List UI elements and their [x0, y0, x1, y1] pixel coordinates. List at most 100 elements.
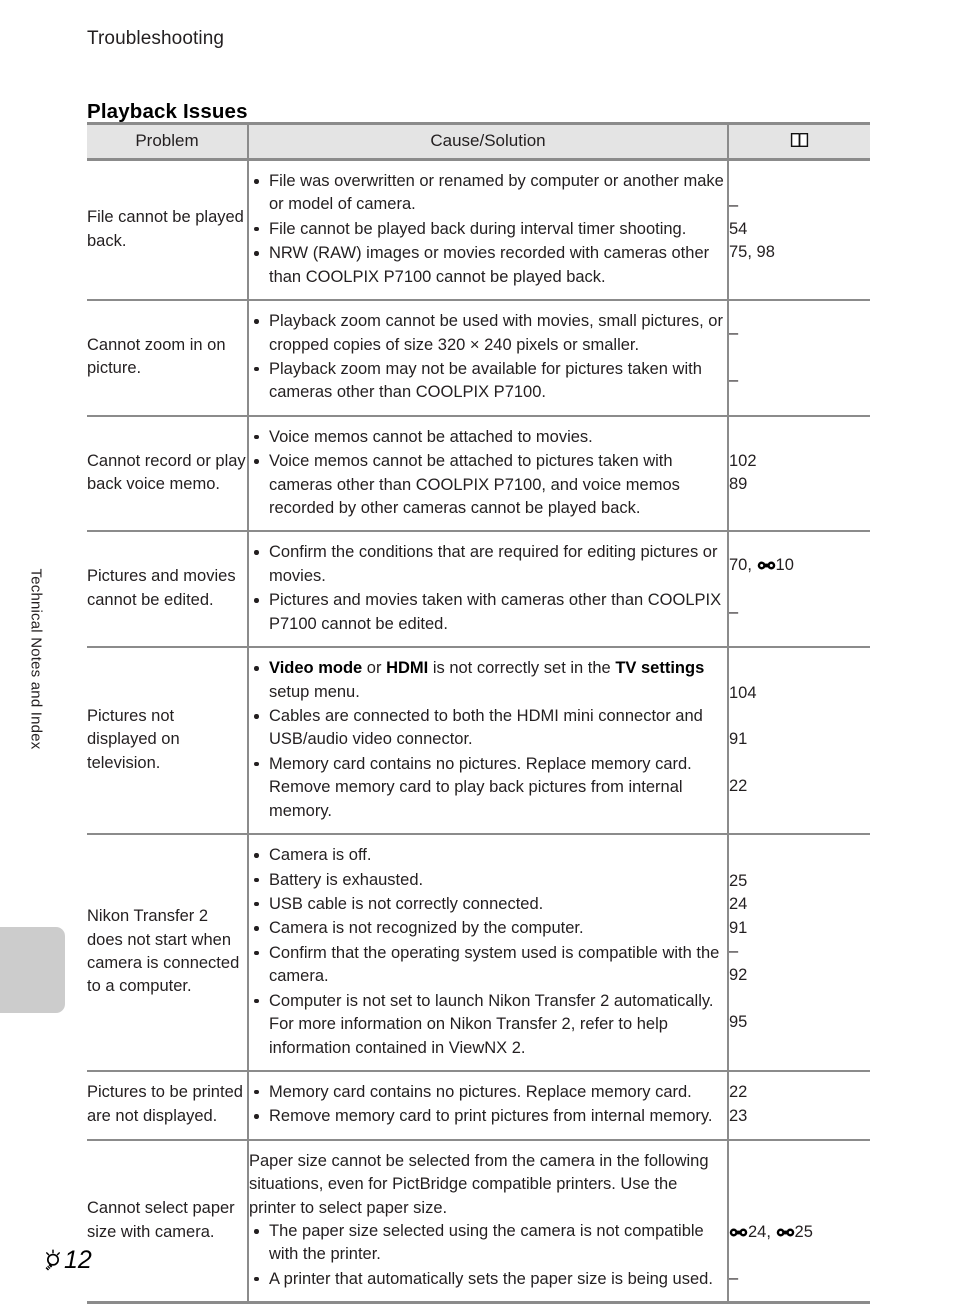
reference-page-number: 92 [729, 965, 748, 984]
reference-spacer [729, 1150, 870, 1173]
cell-reference: 104 91 22 [727, 647, 870, 836]
reference-page-number: 22 [729, 777, 748, 796]
cause-bullet-item: Camera is off. [249, 844, 727, 867]
reference-page-number: 91 [729, 730, 748, 749]
cell-reference: 102 89 [727, 415, 870, 533]
cause-bullet-list: Voice memos cannot be attached to movies… [249, 426, 727, 521]
reference-page-number: 75, 98 [729, 243, 775, 262]
cause-bullet-item: NRW (RAW) images or movies recorded with… [249, 242, 727, 289]
cell-cause-solution: Memory card contains no pictures. Replac… [247, 1070, 728, 1141]
table-row: Cannot zoom in on picture. Playback zoom … [87, 300, 870, 417]
reference-page-number: 25 [729, 872, 748, 891]
cause-bullet-list: File was overwritten or renamed by compu… [249, 170, 727, 289]
cause-bullet-item: File cannot be played back during interv… [249, 218, 727, 241]
reference-symbol-icon [776, 1222, 795, 1236]
cause-bullet-list: Confirm the conditions that are required… [249, 541, 727, 636]
cell-reference: – 54 75, 98 [727, 159, 870, 302]
cause-bullet-item: Camera is not recognized by the computer… [249, 917, 727, 940]
cell-reference: 24, 25 – [727, 1139, 870, 1305]
troubleshooting-table: Problem Cause/Solution File cannot be pl… [87, 122, 870, 1305]
cause-bullet-item: Remove memory card to print pictures fro… [249, 1105, 727, 1128]
cause-bullet-list: Video mode or HDMI is not correctly set … [249, 657, 727, 823]
cell-reference: – – [727, 300, 870, 417]
reference-page-number: 104 [729, 683, 757, 702]
open-book-icon [790, 132, 809, 148]
cause-bullet-item: Memory card contains no pictures. Replac… [249, 753, 727, 823]
page-number: 12 [64, 1246, 92, 1274]
cause-bullet-item: Confirm that the operating system used i… [249, 942, 727, 989]
cell-cause-solution: Camera is off. Battery is exhausted. USB c… [247, 834, 728, 1072]
reference-spacer [729, 1197, 870, 1220]
cell-cause-solution: Video mode or HDMI is not correctly set … [247, 647, 728, 836]
cause-bullet-item: A printer that automatically sets the pa… [249, 1268, 727, 1291]
cause-bullet-item: Computer is not set to launch Nikon Tran… [249, 990, 727, 1060]
reference-page-number: 91 [729, 918, 748, 937]
cause-bullet-item: Cables are connected to both the HDMI mi… [249, 705, 727, 752]
cause-bullet-item: Playback zoom cannot be used with movies… [249, 310, 727, 357]
cell-problem: Nikon Transfer 2 does not start when cam… [87, 834, 248, 1072]
reference-spacer [729, 1174, 870, 1197]
cell-reference: 70, 10 – [727, 531, 870, 649]
cause-bullet-item: The paper size selected using the camera… [249, 1220, 727, 1267]
cause-bullet-item: Battery is exhausted. [249, 869, 727, 892]
column-header-reference [727, 122, 870, 161]
cause-bullet-item: Pictures and movies taken with cameras o… [249, 589, 727, 636]
reference-page-number: 70, 10 [729, 555, 794, 574]
reference-page-number: – [729, 371, 739, 390]
reference-symbol-icon [729, 1222, 748, 1236]
cell-problem: Cannot record or play back voice memo. [87, 415, 248, 533]
page-title: Playback Issues [87, 99, 248, 123]
reference-page-number: 24, 25 [729, 1221, 870, 1244]
reference-symbol-icon [757, 555, 776, 570]
table-row: Cannot select paper size with camera. Pap… [87, 1139, 870, 1305]
cell-problem: File cannot be played back. [87, 159, 248, 302]
table-row: File cannot be played back. File was over… [87, 159, 870, 302]
reference-spacer [729, 577, 870, 600]
reference-page-number: 23 [729, 1106, 748, 1125]
cause-bullet-item: Voice memos cannot be attached to movies… [249, 426, 727, 449]
cause-bullet-item: Memory card contains no pictures. Replac… [249, 1081, 727, 1104]
reference-spacer [729, 987, 870, 1010]
reference-page-number: 102 [729, 451, 757, 470]
cause-bullet-item: Playback zoom may not be available for p… [249, 358, 727, 405]
reference-page-number: – [729, 602, 739, 621]
cause-bullet-item: USB cable is not correctly connected. [249, 893, 727, 916]
cause-bullet-list: Memory card contains no pictures. Replac… [249, 1081, 727, 1129]
cause-bullet-item: File was overwritten or renamed by compu… [249, 170, 727, 217]
table-row: Nikon Transfer 2 does not start when cam… [87, 834, 870, 1072]
running-head: Troubleshooting [87, 28, 225, 49]
cause-lead-text: Paper size cannot be selected from the c… [249, 1151, 709, 1217]
lightbulb-icon [42, 1249, 64, 1273]
reference-spacer [729, 1244, 870, 1267]
chapter-tab-label: Technical Notes and Index [27, 568, 45, 750]
reference-page-number: 54 [729, 219, 748, 238]
cell-problem: Pictures not displayed on television. [87, 647, 248, 836]
cause-bullet-list: Camera is off. Battery is exhausted. USB c… [249, 844, 727, 1060]
table-header-row: Problem Cause/Solution [87, 122, 870, 161]
reference-spacer [729, 752, 870, 775]
reference-page-number: 95 [729, 1012, 748, 1031]
cell-reference: 22 23 [727, 1070, 870, 1141]
cell-problem: Cannot select paper size with camera. [87, 1139, 248, 1305]
reference-page-number: 89 [729, 475, 748, 494]
column-header-problem: Problem [87, 122, 248, 161]
reference-spacer [729, 705, 870, 728]
cell-cause-solution: Paper size cannot be selected from the c… [247, 1139, 728, 1305]
cause-bullet-item: Voice memos cannot be attached to pictur… [249, 450, 727, 520]
table-row: Pictures and movies cannot be edited. Con… [87, 531, 870, 649]
cause-bullet-item: Confirm the conditions that are required… [249, 541, 727, 588]
cause-bullet-list: The paper size selected using the camera… [249, 1220, 727, 1291]
cell-reference: 25 24 91 – 92 95 [727, 834, 870, 1072]
table-row: Pictures not displayed on television. Vid… [87, 647, 870, 836]
table-row: Cannot record or play back voice memo. Vo… [87, 415, 870, 533]
chapter-tab-marker [0, 927, 65, 1013]
reference-page-number: – [729, 324, 739, 343]
reference-page-number: 22 [729, 1083, 748, 1102]
table-header: Problem Cause/Solution [87, 122, 870, 161]
table-row: Pictures to be printed are not displayed… [87, 1070, 870, 1141]
cell-problem: Pictures and movies cannot be edited. [87, 531, 248, 649]
cell-cause-solution: File was overwritten or renamed by compu… [247, 159, 728, 302]
cell-cause-solution: Playback zoom cannot be used with movies… [247, 300, 728, 417]
reference-spacer [729, 346, 870, 369]
cell-cause-solution: Confirm the conditions that are required… [247, 531, 728, 649]
